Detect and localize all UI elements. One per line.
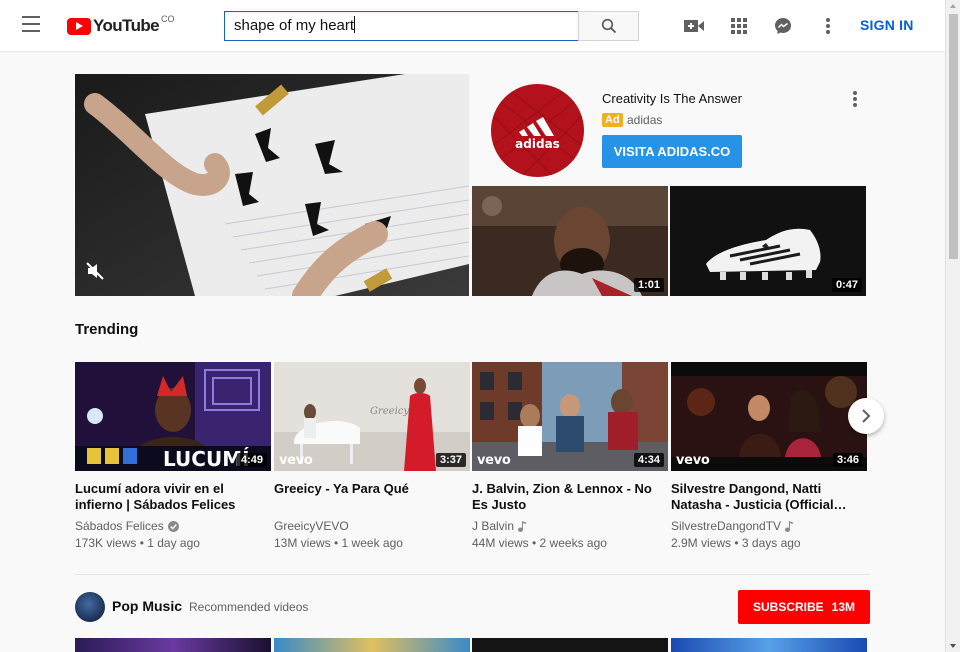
ad-more-options-icon[interactable] bbox=[850, 90, 860, 108]
section-divider bbox=[75, 574, 870, 575]
hamburger-menu-icon[interactable] bbox=[22, 16, 44, 36]
chevron-right-icon bbox=[862, 409, 871, 423]
scroll-down-arrow-icon[interactable] bbox=[950, 644, 956, 648]
channel-row: GreeicyVEVO bbox=[274, 519, 470, 533]
video-card[interactable]: LUCUMÍ 4:49 Lucumí adora vivir en el inf… bbox=[75, 362, 271, 550]
music-note-icon bbox=[518, 520, 527, 532]
video-duration: 4:49 bbox=[236, 453, 267, 467]
ad-video-frame bbox=[75, 74, 469, 296]
video-meta: 44M views • 2 weeks ago bbox=[472, 536, 607, 550]
video-thumbnail[interactable]: Greeicy vevo 3:37 bbox=[274, 362, 470, 471]
youtube-play-icon bbox=[67, 17, 91, 35]
channel-avatar[interactable] bbox=[75, 592, 105, 622]
video-meta: 173K views • 1 day ago bbox=[75, 536, 200, 550]
video-title[interactable]: Lucumí adora vivir en el infierno | Sába… bbox=[75, 481, 271, 513]
shelf-next-button[interactable] bbox=[848, 398, 884, 434]
video-thumbnail[interactable] bbox=[75, 638, 271, 652]
video-duration: 1:01 bbox=[633, 278, 664, 292]
music-note-icon bbox=[785, 520, 794, 532]
mute-icon[interactable] bbox=[85, 261, 105, 286]
logo-text: YouTube bbox=[93, 16, 160, 35]
video-title[interactable]: J. Balvin, Zion & Lennox - No Es Justo bbox=[472, 481, 668, 513]
video-duration: 0:47 bbox=[831, 278, 862, 292]
scrollbar-thumb[interactable] bbox=[949, 14, 958, 259]
ad-thumbnail-basketball[interactable]: 1:01 bbox=[472, 186, 668, 296]
video-card[interactable]: vevo 3:46 Silvestre Dangond, Natti Natas… bbox=[671, 362, 867, 550]
svg-text:adidas: adidas bbox=[515, 137, 560, 151]
search-icon bbox=[601, 18, 616, 34]
video-meta: 13M views • 1 week ago bbox=[274, 536, 403, 550]
video-duration: 4:34 bbox=[633, 453, 664, 467]
video-thumbnail[interactable]: vevo 3:46 bbox=[671, 362, 867, 471]
svg-text:Greeicy: Greeicy bbox=[370, 406, 409, 417]
vevo-logo: vevo bbox=[477, 453, 511, 468]
subscribe-label: SUBSCRIBE bbox=[752, 600, 824, 614]
channel-name[interactable]: Sábados Felices bbox=[75, 519, 164, 533]
video-title[interactable]: Silvestre Dangond, Natti Natasha - Justi… bbox=[671, 481, 867, 513]
video-meta: 2.9M views • 3 days ago bbox=[671, 536, 801, 550]
channel-row: Sábados Felices bbox=[75, 519, 271, 533]
video-title[interactable]: Greeicy - Ya Para Qué bbox=[274, 481, 470, 513]
subscriber-count: 13M bbox=[831, 600, 856, 614]
channel-name[interactable]: GreeicyVEVO bbox=[274, 519, 349, 533]
apps-icon[interactable] bbox=[729, 16, 749, 36]
video-thumbnail[interactable]: LUCUMÍ 4:49 bbox=[75, 362, 271, 471]
verified-badge-icon bbox=[167, 520, 179, 532]
ad-title[interactable]: Creativity Is The Answer bbox=[602, 91, 742, 106]
settings-more-icon[interactable] bbox=[818, 16, 838, 36]
video-card[interactable]: Greeicy vevo 3:37 Greeicy - Ya Para Qué … bbox=[274, 362, 470, 550]
channel-name[interactable]: SilvestreDangondTV bbox=[671, 519, 781, 533]
youtube-logo[interactable]: YouTube CO bbox=[67, 14, 175, 37]
ad-advertiser: adidas bbox=[627, 113, 663, 127]
video-thumbnail[interactable]: vevo 4:34 bbox=[472, 362, 668, 471]
visit-advertiser-button[interactable]: VISITA ADIDAS.CO bbox=[602, 135, 742, 168]
messages-icon[interactable] bbox=[773, 16, 793, 36]
create-video-icon[interactable] bbox=[684, 16, 704, 36]
vevo-logo: vevo bbox=[279, 453, 313, 468]
video-duration: 3:46 bbox=[832, 453, 863, 467]
pop-shelf-subtitle: Recommended videos bbox=[189, 600, 309, 614]
sign-in-button[interactable]: SIGN IN bbox=[860, 17, 914, 33]
ad-video-player[interactable] bbox=[75, 74, 469, 296]
search-query: shape of my heart bbox=[234, 17, 355, 34]
channel-row: SilvestreDangondTV bbox=[671, 519, 867, 533]
ad-thumbnail-cleat[interactable]: 0:47 bbox=[670, 186, 866, 296]
search-button[interactable] bbox=[578, 11, 639, 41]
channel-row: J Balvin bbox=[472, 519, 668, 533]
video-thumbnail[interactable] bbox=[472, 638, 668, 652]
search-input[interactable]: shape of my heart bbox=[224, 11, 579, 41]
trending-shelf-title[interactable]: Trending bbox=[75, 321, 138, 338]
page-scrollbar[interactable] bbox=[945, 0, 960, 652]
channel-name[interactable]: J Balvin bbox=[472, 519, 514, 533]
video-thumbnail[interactable] bbox=[274, 638, 470, 652]
pop-shelf-title[interactable]: Pop Music bbox=[112, 598, 182, 614]
video-card[interactable]: vevo 4:34 J. Balvin, Zion & Lennox - No … bbox=[472, 362, 668, 550]
masthead: YouTube CO shape of my heart SIGN IN bbox=[0, 0, 945, 52]
vevo-logo: vevo bbox=[676, 453, 710, 468]
scroll-up-arrow-icon[interactable] bbox=[950, 4, 956, 8]
country-code: CO bbox=[161, 14, 175, 24]
adidas-logo-icon: adidas bbox=[491, 84, 584, 177]
video-duration: 3:37 bbox=[435, 453, 466, 467]
advertiser-logo[interactable]: adidas bbox=[491, 84, 584, 177]
subscribe-button[interactable]: SUBSCRIBE 13M bbox=[738, 590, 870, 624]
video-thumbnail[interactable] bbox=[671, 638, 867, 652]
ad-badge: Ad bbox=[602, 113, 623, 127]
